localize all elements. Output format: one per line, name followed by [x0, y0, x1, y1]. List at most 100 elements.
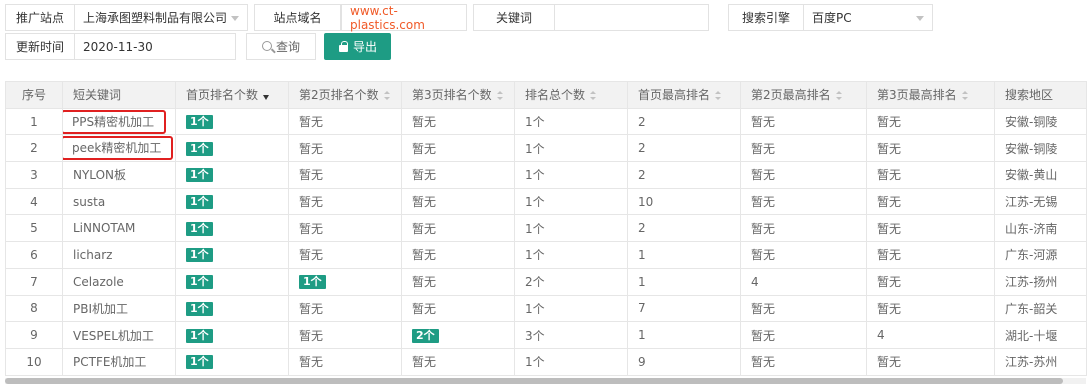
cell-text: 1 — [638, 274, 646, 289]
cell-best2: 4 — [740, 267, 867, 296]
col-header-page3-count[interactable]: 第3页排名个数 — [401, 81, 515, 109]
cell-text: 江苏-扬州 — [1005, 275, 1058, 290]
sort-icon[interactable] — [590, 91, 597, 101]
cell-text: 1个 — [525, 221, 545, 236]
cell-best2: 暂无 — [740, 241, 867, 269]
cell-text: 暂无 — [412, 301, 437, 316]
cell-text: 4 — [751, 274, 759, 289]
rank-count-badge: 1个 — [186, 275, 213, 290]
query-button[interactable]: 查询 — [246, 33, 316, 60]
sort-icon[interactable] — [383, 91, 390, 101]
cell-text: 1个 — [525, 115, 545, 130]
cell-text: 安徽-铜陵 — [1005, 141, 1058, 156]
ranking-table: 序号 短关键词 首页排名个数 第2页排名个数 第3页排名个数 排名总个数 首页最… — [5, 81, 1087, 376]
cell-keyword: Celazole — [62, 267, 176, 296]
cell-text: 暂无 — [877, 141, 902, 156]
sort-icon[interactable] — [961, 91, 968, 101]
sort-icon[interactable] — [496, 91, 503, 101]
col-header-page2-best[interactable]: 第2页最高排名 — [740, 81, 867, 109]
cell-region: 山东-济南 — [994, 214, 1087, 243]
col-header-page3-best[interactable]: 第3页最高排名 — [866, 81, 995, 109]
engine-select[interactable]: 百度PC — [804, 4, 933, 31]
cell-keyword: PPS精密机加工 — [62, 107, 176, 136]
col-header-page2-count[interactable]: 第2页排名个数 — [288, 81, 402, 109]
cell-best2: 暂无 — [740, 161, 867, 189]
cell-text: VESPEL机加工 — [73, 328, 154, 343]
cell-text: NYLON板 — [73, 168, 126, 183]
horizontal-scrollbar[interactable] — [5, 378, 1086, 384]
highlighted-keyword: peek精密机加工 — [63, 136, 174, 161]
cell-total: 1个 — [514, 294, 628, 323]
cell-no: 8 — [5, 294, 63, 323]
cell-best2: 暂无 — [740, 347, 867, 376]
cell-text: 3个 — [525, 328, 545, 343]
col-header-total-count[interactable]: 排名总个数 — [514, 81, 628, 109]
cell-text: 暂无 — [299, 301, 324, 316]
cell-no: 6 — [5, 241, 63, 269]
rank-count-badge: 1个 — [186, 248, 213, 263]
cell-best1: 9 — [627, 347, 741, 376]
export-button-label: 导出 — [352, 40, 377, 54]
rank-count-badge: 1个 — [299, 275, 326, 290]
cell-p2: 暂无 — [288, 214, 402, 243]
cell-p2: 暂无 — [288, 241, 402, 269]
cell-region: 湖北-十堰 — [994, 321, 1087, 349]
cell-best2: 暂无 — [740, 321, 867, 349]
cell-p3: 暂无 — [401, 187, 515, 216]
cell-text: 暂无 — [299, 195, 324, 210]
cell-region: 广东-韶关 — [994, 294, 1087, 323]
cell-best2: 暂无 — [740, 294, 867, 323]
site-select[interactable]: 上海承图塑料制品有限公司 — [75, 4, 248, 31]
cell-total: 1个 — [514, 107, 628, 136]
export-button[interactable]: 导出 — [324, 33, 391, 60]
table-row: 5 LiNNOTAM 1个 暂无 暂无 1个 2 暂无 暂无 山东-济南 — [5, 214, 1087, 243]
cell-region: 安徽-铜陵 — [994, 134, 1087, 163]
col-header-page1-count[interactable]: 首页排名个数 — [175, 81, 289, 109]
sort-icon[interactable] — [715, 91, 722, 101]
cell-p3: 暂无 — [401, 267, 515, 296]
cell-region: 江苏-苏州 — [994, 347, 1087, 376]
cell-p1: 1个 — [175, 187, 289, 216]
cell-text: 暂无 — [412, 115, 437, 130]
cell-p2: 暂无 — [288, 187, 402, 216]
cell-text: 暂无 — [751, 221, 776, 236]
table-row: 10 PCTFE机加工 1个 暂无 暂无 1个 9 暂无 暂无 江苏-苏州 — [5, 347, 1087, 376]
table-row: 6 licharz 1个 暂无 暂无 1个 1 暂无 暂无 广东-河源 — [5, 241, 1087, 269]
sort-desc-icon[interactable] — [263, 91, 270, 101]
cell-text: 暂无 — [877, 115, 902, 130]
col-header-page1-best[interactable]: 首页最高排名 — [627, 81, 741, 109]
col-header-region: 搜索地区 — [994, 81, 1087, 109]
update-date-input[interactable]: 2020-11-30 — [75, 33, 236, 60]
cell-text: 2 — [638, 221, 646, 236]
cell-best1: 7 — [627, 294, 741, 323]
cell-text: 广东-河源 — [1005, 248, 1058, 263]
cell-keyword: VESPEL机加工 — [62, 321, 176, 349]
cell-text: 暂无 — [877, 221, 902, 236]
cell-total: 1个 — [514, 347, 628, 376]
rank-count-badge: 2个 — [412, 328, 439, 343]
cell-keyword: peek精密机加工 — [62, 134, 176, 163]
cell-p2: 1个 — [288, 267, 402, 296]
table-row: 3 NYLON板 1个 暂无 暂无 1个 2 暂无 暂无 安徽-黄山 — [5, 161, 1087, 189]
cell-p1: 1个 — [175, 214, 289, 243]
table-row: 8 PBI机加工 1个 暂无 暂无 1个 7 暂无 暂无 广东-韶关 — [5, 294, 1087, 323]
keyword-input[interactable] — [555, 4, 709, 31]
cell-total: 2个 — [514, 267, 628, 296]
cell-text: 暂无 — [412, 248, 437, 263]
cell-text: 7 — [30, 274, 38, 289]
cell-text: 2 — [30, 141, 38, 156]
cell-text: 暂无 — [412, 141, 437, 156]
scrollbar-thumb[interactable] — [5, 378, 1063, 384]
cell-no: 10 — [5, 347, 63, 376]
table-header-row: 序号 短关键词 首页排名个数 第2页排名个数 第3页排名个数 排名总个数 首页最… — [5, 81, 1087, 109]
cell-best1: 2 — [627, 214, 741, 243]
domain-value[interactable]: www.ct-plastics.com — [341, 4, 467, 32]
col-header-no: 序号 — [5, 81, 63, 109]
filter-row-2: 更新时间 2020-11-30 查询 导出 — [5, 33, 391, 60]
cell-keyword: susta — [62, 187, 176, 216]
cell-text: 4 — [30, 194, 38, 209]
sort-icon[interactable] — [835, 91, 842, 101]
cell-text: 4 — [877, 328, 885, 343]
export-icon — [338, 41, 349, 52]
cell-best1: 10 — [627, 187, 741, 216]
